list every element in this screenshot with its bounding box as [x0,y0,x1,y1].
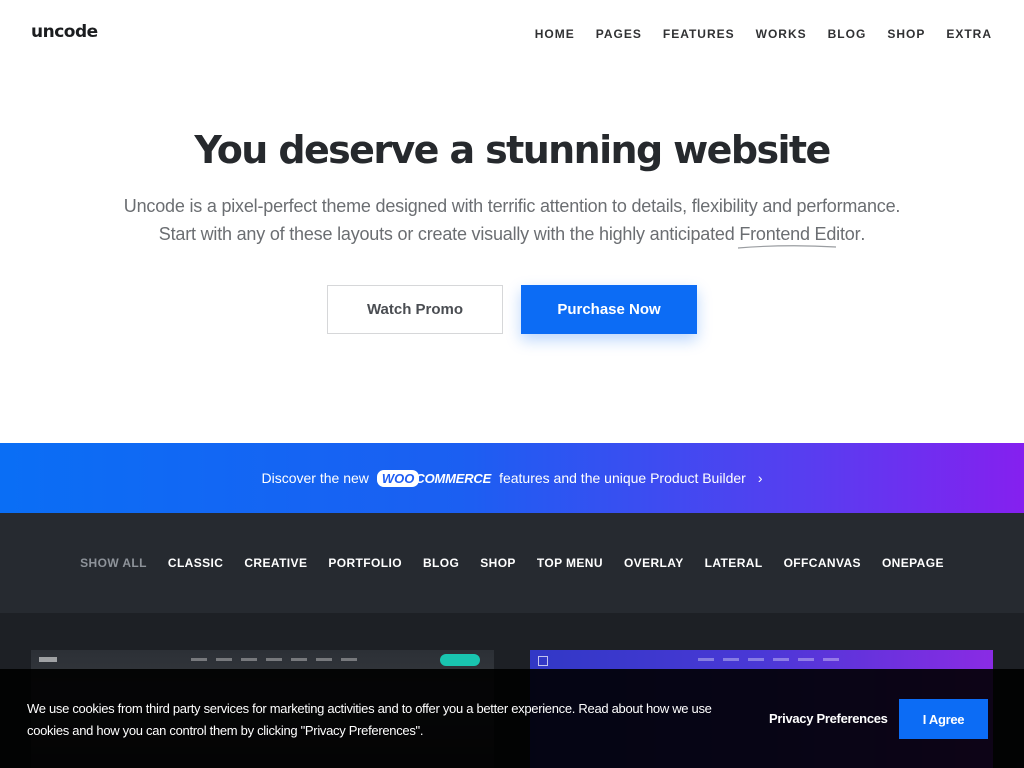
hero-subtitle-prefix: Start with any of these layouts or creat… [158,224,740,244]
woo-badge: WOO [376,469,420,487]
woocommerce-banner[interactable]: Discover the new WOO COMMERCE features a… [0,443,1024,513]
demo-card-links [698,658,839,661]
hero-subtitle-suffix: . [860,224,866,244]
layout-filter-bar: SHOW ALL CLASSIC CREATIVE PORTFOLIO BLOG… [0,513,1024,613]
filter-offcanvas[interactable]: OFFCANVAS [784,556,861,570]
banner-suffix: features and the unique Product Builder [499,470,746,486]
i-agree-button[interactable]: I Agree [899,699,988,739]
filter-lateral[interactable]: LATERAL [705,556,763,570]
hand-underline-icon [738,245,837,249]
filter-portfolio[interactable]: PORTFOLIO [328,556,402,570]
filter-overlay[interactable]: OVERLAY [624,556,684,570]
nav-item-extra[interactable]: EXTRA [946,27,992,41]
privacy-preferences-button[interactable]: Privacy Preferences [769,711,888,726]
main-nav: HOME PAGES FEATURES WORKS BLOG SHOP EXTR… [535,27,992,41]
purchase-now-button[interactable]: Purchase Now [521,285,697,334]
frontend-editor-link[interactable]: Frontend Editor [738,224,861,249]
hero-subtitle-line2: Start with any of these layouts or creat… [0,224,1024,249]
filter-classic[interactable]: CLASSIC [168,556,223,570]
filter-top-menu[interactable]: TOP MENU [537,556,603,570]
woo-commerce-text: COMMERCE [415,470,492,486]
frontend-editor-link-text[interactable]: Frontend Editor [739,224,860,244]
demo-card-cta [440,654,480,666]
nav-item-features[interactable]: FEATURES [663,27,735,41]
filter-show-all[interactable]: SHOW ALL [80,556,147,570]
hero-title: You deserve a stunning website [194,128,831,172]
site-logo[interactable]: uncode [31,22,98,42]
hero-subtitle-line1: Uncode is a pixel-perfect theme designed… [123,196,901,216]
nav-item-blog[interactable]: BLOG [828,27,867,41]
nav-item-home[interactable]: HOME [535,27,575,41]
nav-item-pages[interactable]: PAGES [596,27,642,41]
filter-blog[interactable]: BLOG [423,556,459,570]
nav-item-works[interactable]: WORKS [756,27,807,41]
banner-prefix: Discover the new [261,470,369,486]
cookie-message: We use cookies from third party services… [27,701,712,738]
woocommerce-logo: WOO COMMERCE [376,469,492,487]
demo-card-logo [39,657,57,662]
site-header: uncode HOME PAGES FEATURES WORKS BLOG SH… [0,0,1024,70]
demo-card-links [191,658,357,661]
watch-promo-button[interactable]: Watch Promo [327,285,503,334]
demo-card-logo [538,656,548,666]
cookie-consent-bar: We use cookies from third party services… [0,669,1024,768]
nav-item-shop[interactable]: SHOP [887,27,925,41]
filter-shop[interactable]: SHOP [480,556,516,570]
filter-creative[interactable]: CREATIVE [244,556,307,570]
chevron-right-icon: › [757,470,763,486]
filter-onepage[interactable]: ONEPAGE [882,556,944,570]
